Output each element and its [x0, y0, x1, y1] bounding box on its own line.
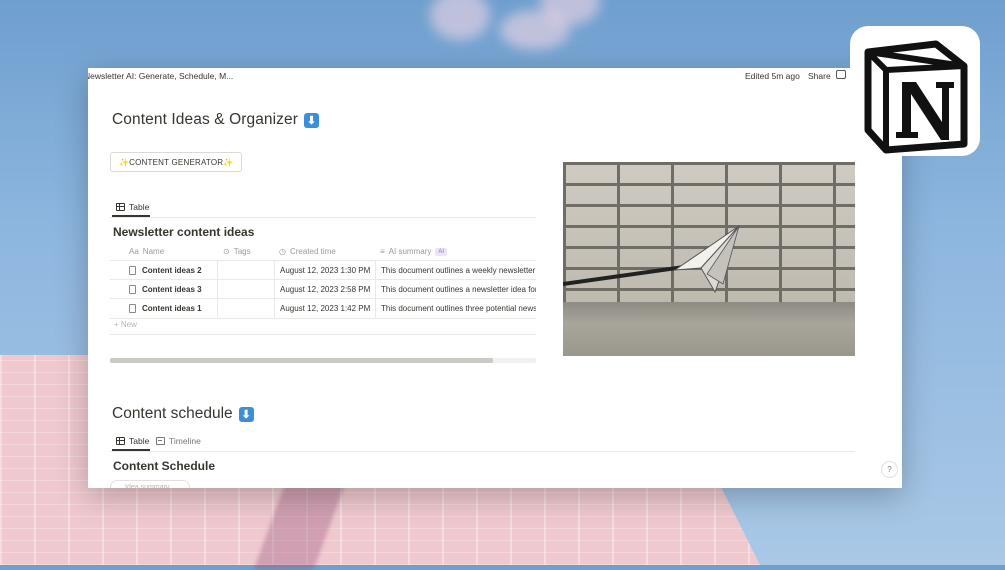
concrete-ledge — [563, 302, 855, 356]
tab-table[interactable]: Table — [116, 202, 149, 212]
name-cell[interactable]: Content ideas 2 — [110, 261, 217, 280]
table-row[interactable]: Content ideas 2 August 12, 2023 1:30 PM … — [110, 260, 536, 280]
new-row-button[interactable]: + New — [114, 320, 137, 329]
timeline-icon — [156, 437, 165, 445]
divider — [110, 451, 855, 452]
scrollbar-thumb[interactable] — [110, 358, 494, 363]
tab-timeline[interactable]: Timeline — [156, 436, 201, 446]
help-button[interactable]: ? — [881, 461, 898, 478]
schedule-database-title[interactable]: Content Schedule — [113, 459, 215, 473]
breadcrumb[interactable]: Newsletter AI: Generate, Schedule, M... — [88, 71, 233, 81]
column-header-name[interactable]: Aa Name — [129, 247, 164, 256]
divider — [110, 217, 536, 218]
column-header-tags[interactable]: ⊙ Tags — [223, 247, 251, 256]
tags-cell[interactable] — [217, 280, 275, 299]
tab-label: Table — [129, 436, 150, 446]
text-property-icon: Aa — [129, 247, 139, 256]
tab-label: Timeline — [169, 436, 201, 446]
row-name: Content ideas 2 — [142, 266, 202, 275]
arrow-down-icon: ⬇ — [238, 406, 254, 422]
column-label: Tags — [233, 247, 251, 256]
plus-icon: + — [114, 320, 121, 329]
tags-cell[interactable] — [217, 299, 275, 318]
created-cell: August 12, 2023 2:58 PM — [274, 280, 375, 299]
share-button[interactable]: Share — [808, 71, 831, 81]
paper-plane-icon — [673, 225, 740, 294]
created-cell: August 12, 2023 1:30 PM — [274, 261, 375, 280]
name-cell[interactable]: Content ideas 1 — [110, 299, 217, 318]
topbar: Newsletter AI: Generate, Schedule, M... … — [88, 68, 902, 82]
divider — [110, 334, 536, 335]
cloud — [430, 0, 490, 40]
section-title-text: Content schedule — [112, 405, 233, 422]
edited-status: Edited 5m ago — [745, 71, 800, 81]
summary-cell[interactable]: This document outlines a newsletter idea… — [375, 280, 536, 299]
tab-label: Table — [129, 202, 150, 212]
notion-logo — [850, 26, 980, 156]
horizontal-scrollbar[interactable] — [110, 358, 536, 363]
name-cell[interactable]: Content ideas 3 — [110, 280, 217, 299]
database-title[interactable]: Newsletter content ideas — [113, 225, 254, 239]
table-icon — [116, 437, 125, 445]
document-icon — [129, 304, 136, 313]
table-row[interactable]: Content ideas 1 August 12, 2023 1:42 PM … — [110, 298, 536, 319]
column-header-created[interactable]: ◷ Created time — [279, 247, 336, 256]
idea-summary-filter[interactable]: Idea summary — [110, 480, 190, 488]
tab-table[interactable]: Table — [116, 436, 149, 446]
ai-badge: AI — [435, 247, 448, 256]
column-label: Created time — [289, 247, 336, 256]
tags-cell[interactable] — [217, 261, 275, 280]
comment-icon[interactable] — [836, 70, 846, 79]
created-cell: August 12, 2023 1:42 PM — [274, 299, 375, 318]
page-title-text: Content Ideas & Organizer — [112, 111, 299, 128]
table-row[interactable]: Content ideas 3 August 12, 2023 2:58 PM … — [110, 279, 536, 299]
row-name: Content ideas 3 — [142, 285, 202, 294]
tags-property-icon: ⊙ — [223, 247, 230, 256]
new-label: New — [120, 320, 137, 329]
document-icon — [129, 266, 136, 275]
column-label: AI summary — [388, 247, 432, 256]
table-icon — [116, 203, 125, 211]
document-icon — [129, 285, 136, 294]
summary-cell[interactable]: This document outlines three potential n… — [375, 299, 536, 318]
arrow-down-icon: ⬇ — [304, 112, 320, 128]
row-name: Content ideas 1 — [142, 304, 202, 313]
lines-icon: ≡ — [380, 247, 385, 256]
column-header-ai-summary[interactable]: ≡ AI summary AI — [380, 247, 448, 256]
cover-photo-paper-plane — [563, 162, 855, 356]
clock-icon: ◷ — [279, 247, 286, 256]
column-label: Name — [142, 247, 165, 256]
section-title: Content schedule ⬇ — [112, 405, 254, 423]
summary-cell[interactable]: This document outlines a weekly newslett… — [375, 261, 536, 280]
page-title: Content Ideas & Organizer ⬇ — [112, 111, 320, 129]
notion-window: Newsletter AI: Generate, Schedule, M... … — [88, 68, 902, 488]
content-generator-button[interactable]: ✨CONTENT GENERATOR✨ — [110, 152, 243, 172]
